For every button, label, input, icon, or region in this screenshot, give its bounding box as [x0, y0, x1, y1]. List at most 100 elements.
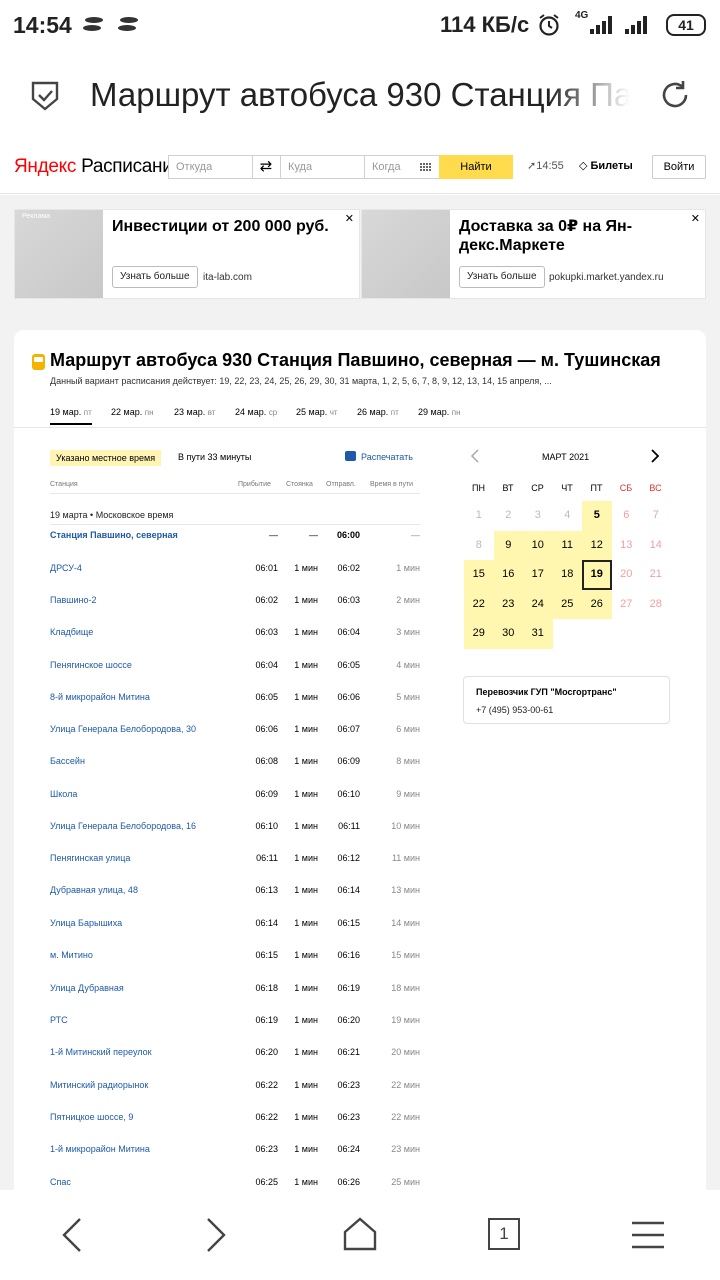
- cell-station[interactable]: РТС: [50, 1015, 68, 1025]
- cell-station[interactable]: 1-й микрорайон Митина: [50, 1144, 150, 1154]
- back-arrow-icon[interactable]: [60, 1217, 84, 1253]
- cell-station[interactable]: Улица Барышиха: [50, 918, 122, 928]
- cell-station[interactable]: Бассейн: [50, 756, 85, 766]
- ad-domain[interactable]: ita-lab.com: [203, 272, 252, 283]
- schedule-validity: Данный вариант расписания действует: 19,…: [50, 376, 552, 386]
- carrier-phone[interactable]: +7 (495) 953-00-61: [476, 705, 553, 715]
- calendar-grid-icon[interactable]: [420, 163, 432, 172]
- date-tab[interactable]: 24 мар. ср: [235, 407, 277, 417]
- cell-departure: 06:00: [336, 530, 360, 540]
- home-icon[interactable]: [342, 1216, 378, 1252]
- cell-station[interactable]: ДРСУ-4: [50, 563, 82, 573]
- table-row: Кладбище 06:03 1 мин 06:04 3 мин: [50, 627, 420, 641]
- date-tab-weekday: пн: [451, 408, 461, 417]
- date-tab[interactable]: 25 мар. чт: [296, 407, 338, 417]
- ad-domain[interactable]: pokupki.market.yandex.ru: [549, 272, 664, 283]
- close-icon[interactable]: ✕: [691, 212, 700, 225]
- calendar-day[interactable]: 9: [493, 530, 523, 560]
- cell-departure: 06:21: [337, 1047, 360, 1057]
- calendar-day[interactable]: 30: [493, 619, 523, 649]
- calendar-day[interactable]: 24: [523, 589, 553, 619]
- menu-icon[interactable]: [630, 1220, 666, 1250]
- location-time[interactable]: ➚14:55: [527, 159, 564, 172]
- calendar-day[interactable]: 17: [523, 560, 553, 590]
- when-input[interactable]: Когда: [364, 155, 440, 179]
- calendar-day[interactable]: 31: [523, 619, 553, 649]
- forward-arrow-icon[interactable]: [204, 1217, 228, 1253]
- to-input[interactable]: Куда: [280, 155, 365, 179]
- browser-page-title[interactable]: Маршрут автобуса 930 Станция Павшино: [90, 76, 630, 114]
- calendar-day[interactable]: 5: [582, 501, 612, 531]
- cell-station[interactable]: Спас: [50, 1177, 71, 1187]
- browser-toolbar: Маршрут автобуса 930 Станция Павшино: [0, 52, 720, 142]
- calendar-day[interactable]: 15: [464, 560, 494, 590]
- print-button[interactable]: Распечатать: [345, 451, 413, 462]
- cell-station[interactable]: Улица Генерала Белобородова, 30: [50, 724, 196, 734]
- cell-station[interactable]: Павшино-2: [50, 595, 96, 605]
- date-tab[interactable]: 23 мар. вт: [174, 407, 215, 417]
- ad-learn-more-button[interactable]: Узнать больше: [112, 266, 198, 288]
- date-tab-weekday: чт: [329, 408, 338, 417]
- cell-arrival: 06:15: [255, 950, 278, 960]
- table-row: Спас 06:25 1 мин 06:26 25 мин: [50, 1177, 420, 1191]
- yandex-logo[interactable]: Яндекс Расписания: [14, 156, 183, 178]
- cell-station[interactable]: м. Митино: [50, 950, 93, 960]
- calendar-day[interactable]: 10: [523, 530, 553, 560]
- calendar-day[interactable]: 19: [582, 560, 612, 590]
- cell-stay: 1 мин: [294, 1112, 318, 1122]
- cell-stay: 1 мин: [294, 950, 318, 960]
- date-tab[interactable]: 22 мар. пн: [111, 407, 153, 417]
- shield-check-icon[interactable]: [30, 80, 60, 112]
- cell-departure: 06:23: [337, 1112, 360, 1122]
- date-tab-date: 22 мар.: [111, 407, 143, 417]
- calendar-day[interactable]: 18: [552, 560, 582, 590]
- cell-station[interactable]: Кладбище: [50, 627, 93, 637]
- close-icon[interactable]: ✕: [345, 212, 354, 225]
- tabs-button[interactable]: 1: [488, 1218, 520, 1250]
- ad-headline[interactable]: Доставка за 0₽ на Ян-декс.Маркете: [459, 217, 689, 255]
- cell-travel: 25 мин: [391, 1177, 420, 1187]
- tickets-link[interactable]: ◇ Билеты: [579, 159, 633, 172]
- swap-icon[interactable]: ⇄: [252, 155, 280, 179]
- date-tab[interactable]: 26 мар. пт: [357, 407, 399, 417]
- cell-station[interactable]: Пятницкое шоссе, 9: [50, 1112, 133, 1122]
- cell-station[interactable]: Митинский радиорынок: [50, 1080, 148, 1090]
- cell-station[interactable]: Пенягинское шоссе: [50, 660, 132, 670]
- calendar-day[interactable]: 16: [493, 560, 523, 590]
- cell-station[interactable]: Улица Дубравная: [50, 983, 124, 993]
- calendar-day[interactable]: 23: [493, 589, 523, 619]
- calendar-prev-icon[interactable]: [470, 449, 480, 466]
- cell-station[interactable]: Станция Павшино, северная: [50, 530, 178, 540]
- cell-arrival: 06:06: [255, 724, 278, 734]
- cell-station[interactable]: Школа: [50, 789, 77, 799]
- calendar-day[interactable]: 26: [582, 589, 612, 619]
- cell-station[interactable]: Пенягинская улица: [50, 853, 130, 863]
- calendar-day[interactable]: 11: [552, 530, 582, 560]
- cell-station[interactable]: 8-й микрорайон Митина: [50, 692, 150, 702]
- cell-station[interactable]: Улица Генерала Белобородова, 16: [50, 821, 196, 831]
- calendar-weekday: СР: [531, 483, 544, 493]
- from-input[interactable]: Откуда: [168, 155, 253, 179]
- date-tab[interactable]: 19 мар. пт: [50, 407, 92, 425]
- reload-icon[interactable]: [658, 78, 692, 112]
- calendar-day[interactable]: 25: [552, 589, 582, 619]
- ad-label: Реклама: [22, 213, 51, 220]
- ad-block[interactable]: Реклама Инвестиции от 200 000 руб. Узнат…: [14, 209, 360, 299]
- calendar-day: 7: [652, 509, 659, 521]
- cell-station[interactable]: 1-й Митинский переулок: [50, 1047, 152, 1057]
- ad-learn-more-button[interactable]: Узнать больше: [459, 266, 545, 288]
- ad-block[interactable]: Доставка за 0₽ на Ян-декс.Маркете Узнать…: [361, 209, 706, 299]
- calendar-day[interactable]: 29: [464, 619, 494, 649]
- route-title: Маршрут автобуса 930 Станция Павшино, се…: [50, 350, 661, 370]
- calendar-day: 21: [649, 568, 662, 580]
- local-time-badge: Указано местное время: [50, 450, 162, 466]
- cell-station[interactable]: Дубравная улица, 48: [50, 885, 138, 895]
- cell-travel: 9 мин: [396, 789, 420, 799]
- date-tab[interactable]: 29 мар. пн: [418, 407, 460, 417]
- login-button[interactable]: Войти: [652, 155, 706, 179]
- find-button[interactable]: Найти: [439, 155, 513, 179]
- calendar-next-icon[interactable]: [650, 449, 660, 466]
- ad-headline[interactable]: Инвестиции от 200 000 руб.: [112, 217, 342, 236]
- calendar-day[interactable]: 22: [464, 589, 494, 619]
- calendar-day[interactable]: 12: [582, 530, 612, 560]
